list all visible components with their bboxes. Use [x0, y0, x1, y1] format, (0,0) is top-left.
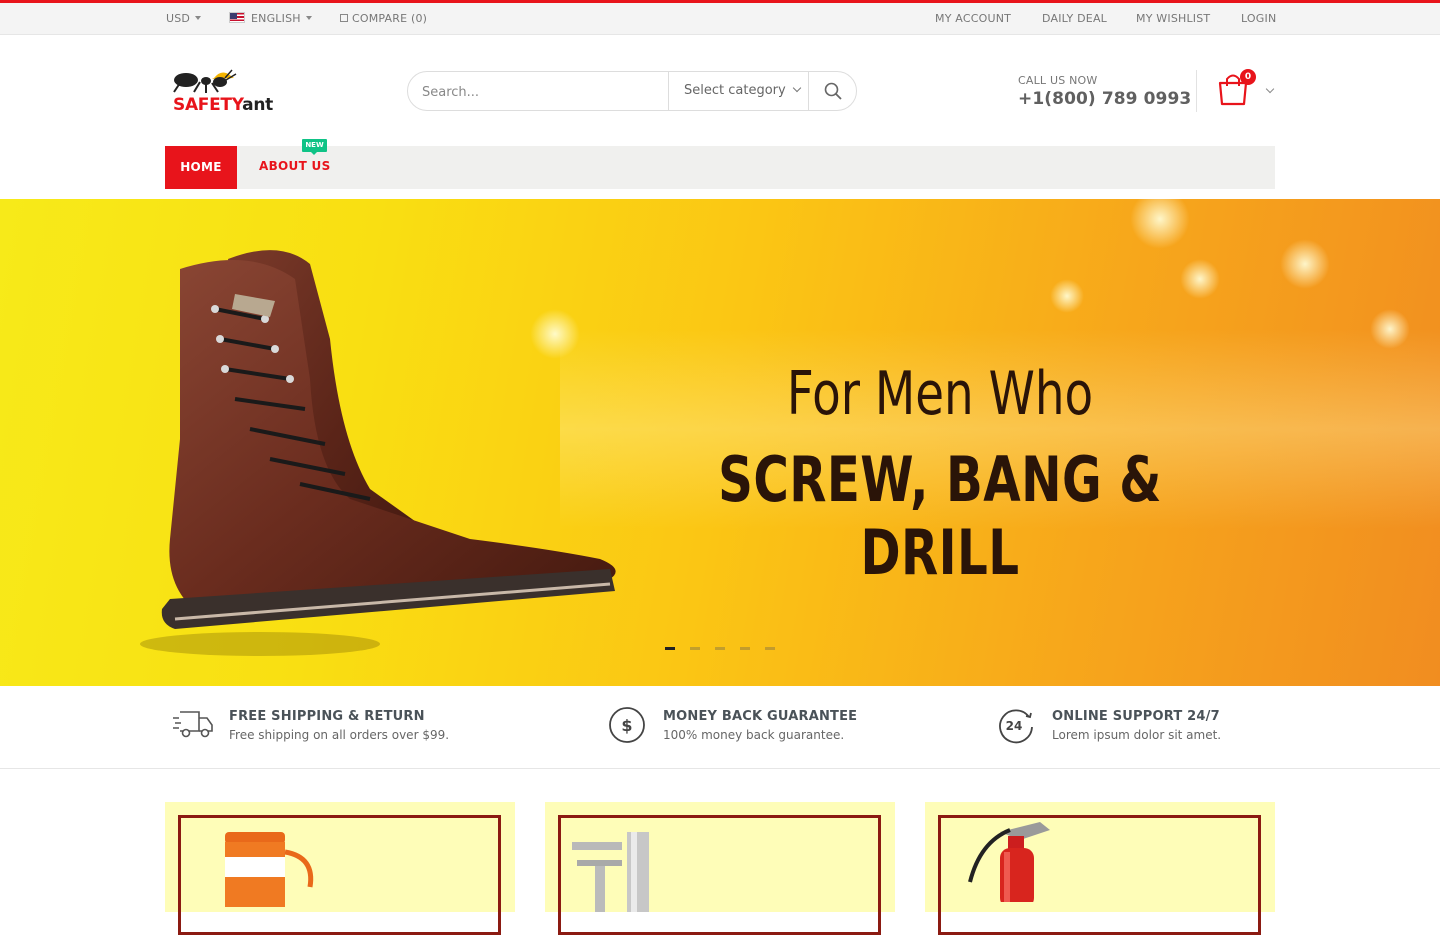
nav-about-us[interactable]: ABOUT US — [259, 146, 331, 189]
eyewash-faucet-image — [572, 832, 649, 912]
language-switcher[interactable]: ENGLISH — [229, 12, 312, 25]
caret-down-icon — [305, 16, 312, 20]
chevron-down-icon — [792, 83, 801, 93]
new-badge: NEW — [302, 139, 327, 155]
brand-part-1: SAFETY — [173, 95, 243, 115]
hero-sparkle — [1180, 259, 1220, 299]
search-icon — [824, 82, 842, 100]
category-label: Select category — [684, 83, 786, 98]
top-bar: USD ENGLISH COMPARE (0) MY ACCOUNT DAILY… — [0, 3, 1440, 35]
feature-subtitle: Lorem ipsum dolor sit amet. — [1052, 728, 1222, 742]
compare-label: COMPARE (0) — [352, 12, 428, 25]
search-divider — [668, 72, 669, 110]
wipes-bucket-image — [225, 832, 314, 907]
svg-text:$: $ — [621, 716, 632, 735]
hero-slider: For Men Who SCREW, BANG & DRILL — [0, 199, 1440, 686]
daily-deal-link[interactable]: DAILY DEAL — [1042, 12, 1107, 25]
features-bar: FREE SHIPPING & RETURN Free shipping on … — [0, 686, 1440, 769]
my-account-link[interactable]: MY ACCOUNT — [935, 12, 1011, 25]
search-bar: Select category — [407, 71, 857, 111]
compare-link[interactable]: COMPARE (0) — [340, 12, 427, 25]
hero-sparkle — [1130, 199, 1190, 249]
header-divider — [1196, 70, 1197, 112]
search-button[interactable] — [809, 72, 857, 110]
promo-card-3[interactable] — [925, 802, 1275, 935]
slider-dot-4[interactable] — [740, 647, 750, 650]
feature-title: MONEY BACK GUARANTEE — [663, 709, 858, 724]
hero-headline-line-1: For Men Who — [786, 359, 1094, 429]
feature-subtitle: Free shipping on all orders over $99. — [229, 728, 450, 742]
currency-label: USD — [166, 12, 191, 25]
truck-icon — [173, 711, 213, 738]
category-select[interactable]: Select category — [684, 83, 801, 98]
fire-extinguisher-image — [968, 822, 1050, 902]
caret-down-icon — [195, 16, 202, 20]
feature-title: FREE SHIPPING & RETURN — [229, 709, 425, 724]
slider-dot-2[interactable] — [690, 647, 700, 650]
hero-sparkle — [1280, 239, 1330, 289]
compare-icon — [340, 14, 348, 22]
currency-switcher[interactable]: USD — [166, 12, 202, 25]
promo-card-1[interactable] — [165, 802, 515, 935]
slider-dot-5[interactable] — [765, 647, 775, 650]
hero-headline-line-2: SCREW, BANG & DRILL — [718, 443, 1162, 589]
feature-title: ONLINE SUPPORT 24/7 — [1052, 709, 1220, 724]
phone-number[interactable]: +1(800) 789 0993 — [1018, 89, 1191, 109]
us-flag-icon — [229, 12, 245, 23]
svg-text:24: 24 — [1006, 719, 1023, 733]
brand-part-2: ant — [242, 95, 273, 115]
chevron-down-icon[interactable] — [1265, 84, 1275, 94]
main-nav: HOME ABOUT US — [165, 146, 1275, 189]
support-24-icon: 24 — [999, 709, 1033, 744]
slider-dot-3[interactable] — [715, 647, 725, 650]
nav-home[interactable]: HOME — [165, 146, 237, 189]
call-us-label: CALL US NOW — [1018, 74, 1098, 87]
dollar-icon: $ — [609, 707, 645, 743]
hero-sparkle — [1050, 279, 1084, 313]
slider-dot-1[interactable] — [665, 647, 675, 650]
work-boots-image — [140, 250, 616, 656]
my-wishlist-link[interactable]: MY WISHLIST — [1136, 12, 1210, 25]
promo-card-2[interactable] — [545, 802, 895, 935]
brand-wordmark: SAFETYant — [173, 95, 273, 115]
language-label: ENGLISH — [251, 12, 301, 25]
search-input[interactable] — [422, 82, 662, 102]
login-link[interactable]: LOGIN — [1241, 12, 1276, 25]
feature-subtitle: 100% money back guarantee. — [663, 728, 845, 742]
hero-sparkle — [1370, 309, 1410, 349]
cart-count-badge: 0 — [1240, 69, 1256, 85]
